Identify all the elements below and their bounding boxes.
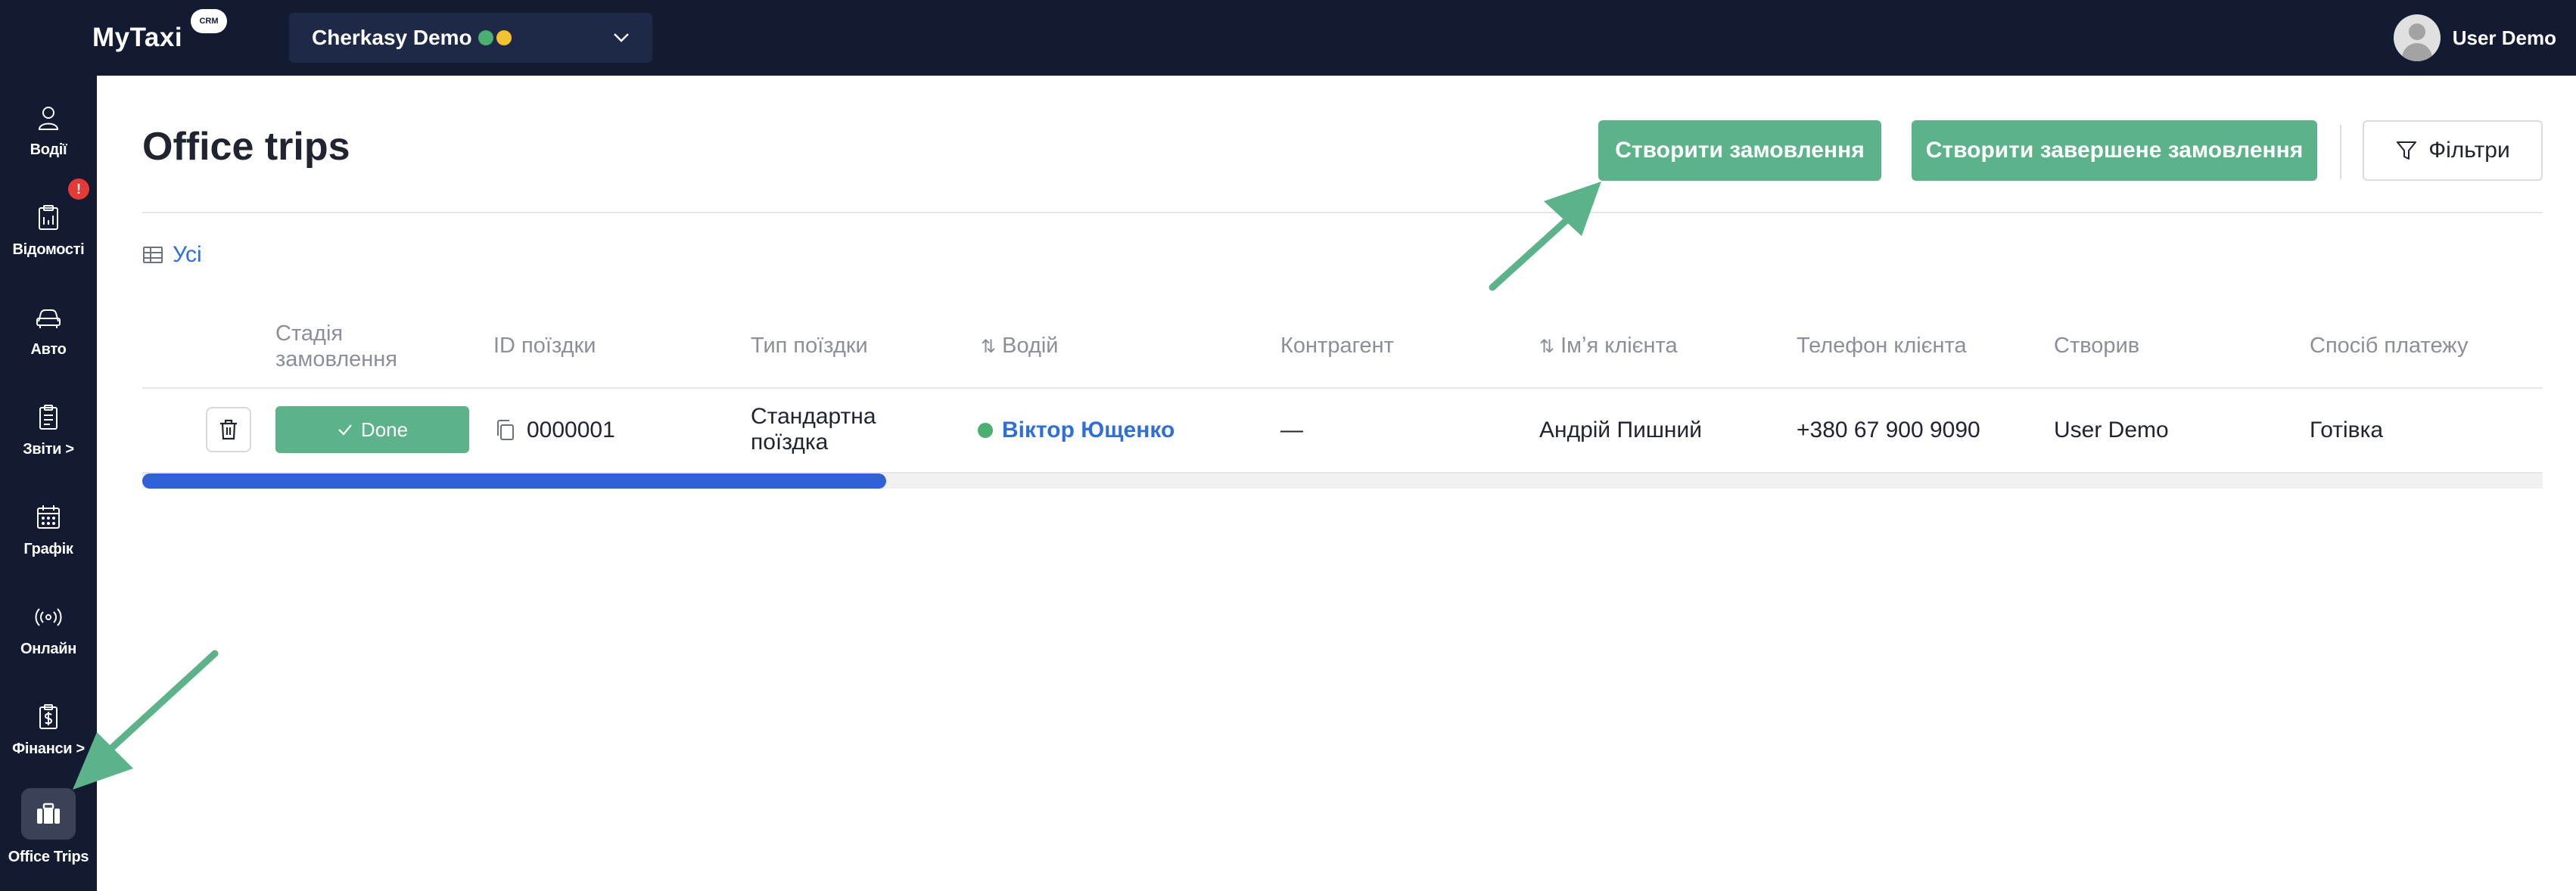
driver-link[interactable]: Віктор Ющенко	[978, 418, 1174, 443]
column-header-payment: Спосіб платежу	[2310, 334, 2469, 358]
column-header-stage: Стадія замовлення	[275, 321, 398, 371]
client-phone-cell: +380 67 900 9090	[1797, 418, 1980, 442]
user-menu[interactable]: User Demo	[2393, 14, 2556, 62]
sidebar-item-label: Водії	[30, 141, 67, 158]
broadcast-icon	[35, 607, 62, 626]
column-header-driver-label: Водій	[1002, 334, 1059, 358]
user-name: User Demo	[2452, 26, 2556, 49]
briefcase-icon	[37, 803, 60, 824]
column-header-client-phone: Телефон клієнта	[1797, 334, 1967, 358]
status-dot-green	[478, 30, 493, 45]
sidebar-item-label: Авто	[30, 340, 67, 358]
sidebar-item-label: Онлайн	[20, 640, 77, 657]
payment-cell: Готівка	[2310, 418, 2384, 442]
sidebar-item-reports[interactable]: Звіти >	[0, 389, 97, 472]
header-divider	[142, 212, 2543, 213]
company-name: Cherkasy Demo	[312, 26, 472, 49]
sort-icon: ⇅	[1539, 337, 1555, 357]
crm-badge: CRM	[191, 9, 227, 33]
sidebar-item-online[interactable]: Онлайн	[0, 588, 97, 672]
copy-icon	[497, 420, 514, 440]
top-bar: MyTaxi CRM Cherkasy Demo User Demo	[0, 0, 2576, 76]
trip-id-cell[interactable]: 0000001	[495, 418, 615, 443]
table-row-divider	[142, 387, 2543, 389]
column-header-contractor: Контрагент	[1280, 334, 1394, 358]
sort-icon: ⇅	[981, 337, 997, 357]
sidebar: Водії Відомості ! Авто Звіти > Графік Он…	[0, 76, 97, 891]
chevron-down-icon	[613, 27, 630, 48]
created-by-cell: User Demo	[2054, 418, 2169, 442]
report-icon	[39, 404, 58, 430]
create-completed-order-button[interactable]: Створити завершене замовлення	[1912, 120, 2317, 181]
sidebar-item-schedule[interactable]: Графік	[0, 489, 97, 572]
trash-icon	[220, 419, 237, 440]
driver-status-dot	[978, 423, 993, 438]
sidebar-item-cars[interactable]: Авто	[0, 289, 97, 372]
contractor-cell: —	[1280, 418, 1303, 442]
column-header-trip-type: Тип поїздки	[751, 334, 868, 358]
company-selector[interactable]: Cherkasy Demo	[289, 13, 652, 63]
view-tab-label: Усі	[173, 242, 202, 267]
column-header-client-name[interactable]: ⇅ Імʼя клієнта	[1539, 333, 1678, 360]
check-icon	[338, 424, 352, 436]
calendar-icon	[37, 504, 60, 529]
stage-label: Done	[360, 418, 409, 441]
sidebar-item-label: Фінанси >	[12, 740, 85, 757]
sidebar-active-icon-box	[21, 787, 76, 840]
status-dot-yellow	[496, 30, 512, 45]
sidebar-item-label: Office Trips	[8, 848, 89, 865]
divider	[2340, 125, 2341, 179]
table-icon	[143, 247, 163, 263]
filter-icon	[2397, 141, 2417, 160]
sidebar-item-label: Відомості	[12, 241, 85, 258]
sidebar-item-label: Звіти >	[23, 440, 74, 458]
delete-button[interactable]	[206, 407, 251, 452]
finance-icon	[39, 703, 58, 729]
car-icon	[36, 309, 61, 328]
clipboard-icon	[39, 204, 58, 230]
view-tab-all[interactable]: Усі	[142, 242, 202, 268]
column-header-driver[interactable]: ⇅ Водій	[981, 333, 1059, 360]
sidebar-item-office-trips[interactable]: Office Trips	[0, 785, 97, 868]
driver-icon	[38, 106, 59, 130]
column-header-client-name-label: Імʼя клієнта	[1560, 334, 1678, 358]
filter-button[interactable]: Фільтри	[2363, 120, 2543, 181]
trip-type-cell: Стандартна поїздка	[751, 404, 876, 455]
alert-badge: !	[68, 179, 89, 200]
sidebar-item-drivers[interactable]: Водії	[0, 89, 97, 172]
trip-id: 0000001	[527, 418, 615, 442]
column-header-trip-id: ID поїздки	[493, 334, 596, 358]
column-header-created-by: Створив	[2054, 334, 2140, 358]
driver-name: Віктор Ющенко	[1002, 418, 1175, 442]
sidebar-item-finance[interactable]: Фінанси >	[0, 688, 97, 771]
stage-done-button[interactable]: Done	[275, 406, 469, 453]
filter-button-label: Фільтри	[2428, 138, 2510, 163]
avatar	[2393, 14, 2441, 61]
arrow-to-create-button	[1489, 182, 1601, 291]
app-logo[interactable]: MyTaxi	[92, 23, 182, 53]
horizontal-scrollbar-thumb[interactable]	[142, 473, 886, 489]
create-order-button[interactable]: Створити замовлення	[1598, 120, 1881, 181]
sidebar-item-label: Графік	[23, 540, 73, 557]
sidebar-item-statements[interactable]: Відомості	[0, 189, 97, 272]
client-name-cell: Андрій Пишний	[1539, 418, 1702, 442]
page-title: Office trips	[142, 125, 350, 169]
